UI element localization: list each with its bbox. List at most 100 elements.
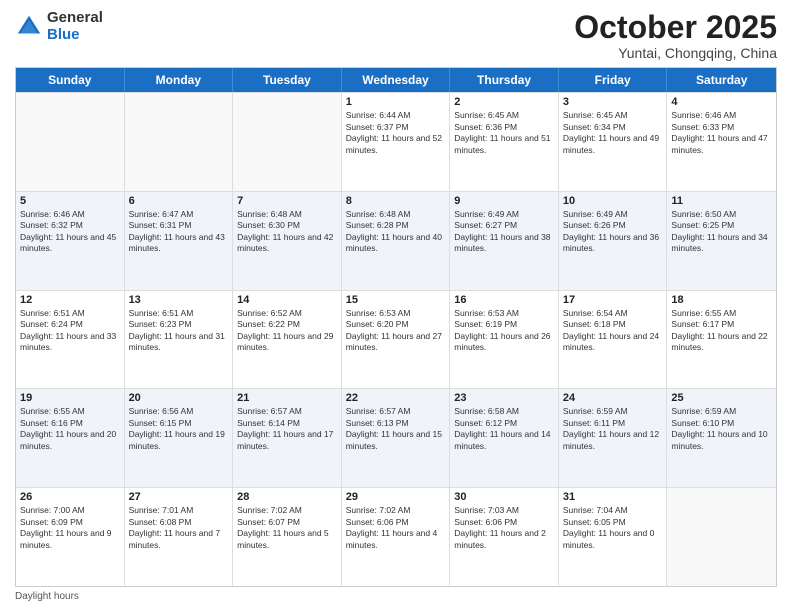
day-number: 20 — [129, 392, 229, 404]
calendar: SundayMondayTuesdayWednesdayThursdayFrid… — [15, 67, 777, 587]
day-info: Sunrise: 6:47 AM Sunset: 6:31 PM Dayligh… — [129, 209, 229, 255]
title-area: October 2025 Yuntai, Chongqing, China — [574, 10, 777, 61]
day-number: 28 — [237, 491, 337, 503]
calendar-cell: 7 Sunrise: 6:48 AM Sunset: 6:30 PM Daylig… — [233, 192, 342, 290]
day-info: Sunrise: 6:45 AM Sunset: 6:36 PM Dayligh… — [454, 110, 554, 156]
day-number: 22 — [346, 392, 446, 404]
calendar-cell: 12 Sunrise: 6:51 AM Sunset: 6:24 PM Dayli… — [16, 291, 125, 389]
day-number: 9 — [454, 195, 554, 207]
logo-blue-text: Blue — [47, 27, 103, 44]
calendar-cell: 29 Sunrise: 7:02 AM Sunset: 6:06 PM Dayli… — [342, 488, 451, 586]
calendar-cell: 24Sunrise: 6:59 AM Sunset: 6:11 PM Dayli… — [559, 389, 668, 487]
day-info: Sunrise: 6:48 AM Sunset: 6:30 PM Dayligh… — [237, 209, 337, 255]
day-info: Sunrise: 6:49 AM Sunset: 6:27 PM Dayligh… — [454, 209, 554, 255]
day-number: 4 — [671, 96, 772, 108]
calendar-cell: 22 Sunrise: 6:57 AM Sunset: 6:13 PM Dayli… — [342, 389, 451, 487]
day-number: 29 — [346, 491, 446, 503]
subtitle: Yuntai, Chongqing, China — [574, 45, 777, 61]
calendar-row-1: 1 Sunrise: 6:44 AM Sunset: 6:37 PM Daylig… — [16, 92, 776, 191]
calendar-row-3: 12 Sunrise: 6:51 AM Sunset: 6:24 PM Dayli… — [16, 290, 776, 389]
day-info: Sunrise: 6:54 AM Sunset: 6:18 PM Dayligh… — [563, 308, 663, 354]
month-title: October 2025 — [574, 10, 777, 45]
header-day-saturday: Saturday — [667, 68, 776, 92]
day-info: Sunrise: 6:56 AM Sunset: 6:15 PM Dayligh… — [129, 406, 229, 452]
calendar-cell: 13Sunrise: 6:51 AM Sunset: 6:23 PM Dayli… — [125, 291, 234, 389]
day-number: 8 — [346, 195, 446, 207]
calendar-cell: 9 Sunrise: 6:49 AM Sunset: 6:27 PM Daylig… — [450, 192, 559, 290]
day-info: Sunrise: 6:51 AM Sunset: 6:24 PM Dayligh… — [20, 308, 120, 354]
day-number: 6 — [129, 195, 229, 207]
calendar-cell: 2 Sunrise: 6:45 AM Sunset: 6:36 PM Daylig… — [450, 93, 559, 191]
header-day-sunday: Sunday — [16, 68, 125, 92]
day-info: Sunrise: 6:44 AM Sunset: 6:37 PM Dayligh… — [346, 110, 446, 156]
day-number: 23 — [454, 392, 554, 404]
day-number: 12 — [20, 294, 120, 306]
day-info: Sunrise: 7:00 AM Sunset: 6:09 PM Dayligh… — [20, 505, 120, 551]
calendar-cell: 15Sunrise: 6:53 AM Sunset: 6:20 PM Dayli… — [342, 291, 451, 389]
calendar-cell: 26 Sunrise: 7:00 AM Sunset: 6:09 PM Dayli… — [16, 488, 125, 586]
day-number: 18 — [671, 294, 772, 306]
day-info: Sunrise: 6:57 AM Sunset: 6:14 PM Dayligh… — [237, 406, 337, 452]
day-info: Sunrise: 6:52 AM Sunset: 6:22 PM Dayligh… — [237, 308, 337, 354]
footer: Daylight hours — [15, 591, 777, 602]
day-info: Sunrise: 7:02 AM Sunset: 6:07 PM Dayligh… — [237, 505, 337, 551]
calendar-cell — [125, 93, 234, 191]
day-number: 16 — [454, 294, 554, 306]
calendar-cell: 3 Sunrise: 6:45 AM Sunset: 6:34 PM Daylig… — [559, 93, 668, 191]
day-number: 31 — [563, 491, 663, 503]
calendar-cell: 27Sunrise: 7:01 AM Sunset: 6:08 PM Dayli… — [125, 488, 234, 586]
day-number: 14 — [237, 294, 337, 306]
calendar-row-5: 26 Sunrise: 7:00 AM Sunset: 6:09 PM Dayli… — [16, 487, 776, 586]
day-number: 7 — [237, 195, 337, 207]
day-number: 10 — [563, 195, 663, 207]
day-number: 30 — [454, 491, 554, 503]
footer-label: Daylight hours — [15, 591, 79, 602]
header-day-wednesday: Wednesday — [342, 68, 451, 92]
day-info: Sunrise: 7:02 AM Sunset: 6:06 PM Dayligh… — [346, 505, 446, 551]
calendar-cell — [233, 93, 342, 191]
calendar-row-4: 19Sunrise: 6:55 AM Sunset: 6:16 PM Dayli… — [16, 388, 776, 487]
calendar-cell: 10 Sunrise: 6:49 AM Sunset: 6:26 PM Dayli… — [559, 192, 668, 290]
calendar-cell: 31 Sunrise: 7:04 AM Sunset: 6:05 PM Dayli… — [559, 488, 668, 586]
day-number: 26 — [20, 491, 120, 503]
header-day-thursday: Thursday — [450, 68, 559, 92]
day-number: 3 — [563, 96, 663, 108]
day-number: 1 — [346, 96, 446, 108]
calendar-cell: 30Sunrise: 7:03 AM Sunset: 6:06 PM Dayli… — [450, 488, 559, 586]
day-number: 21 — [237, 392, 337, 404]
day-info: Sunrise: 6:46 AM Sunset: 6:32 PM Dayligh… — [20, 209, 120, 255]
header-day-friday: Friday — [559, 68, 668, 92]
calendar-cell: 28 Sunrise: 7:02 AM Sunset: 6:07 PM Dayli… — [233, 488, 342, 586]
day-info: Sunrise: 6:50 AM Sunset: 6:25 PM Dayligh… — [671, 209, 772, 255]
day-info: Sunrise: 6:49 AM Sunset: 6:26 PM Dayligh… — [563, 209, 663, 255]
day-number: 11 — [671, 195, 772, 207]
day-info: Sunrise: 6:59 AM Sunset: 6:11 PM Dayligh… — [563, 406, 663, 452]
calendar-cell: 18 Sunrise: 6:55 AM Sunset: 6:17 PM Dayli… — [667, 291, 776, 389]
calendar-cell: 19Sunrise: 6:55 AM Sunset: 6:16 PM Dayli… — [16, 389, 125, 487]
day-number: 13 — [129, 294, 229, 306]
calendar-cell: 8Sunrise: 6:48 AM Sunset: 6:28 PM Daylig… — [342, 192, 451, 290]
day-info: Sunrise: 6:46 AM Sunset: 6:33 PM Dayligh… — [671, 110, 772, 156]
calendar-cell: 20 Sunrise: 6:56 AM Sunset: 6:15 PM Dayli… — [125, 389, 234, 487]
logo-icon — [15, 13, 43, 41]
day-info: Sunrise: 6:55 AM Sunset: 6:16 PM Dayligh… — [20, 406, 120, 452]
day-info: Sunrise: 6:53 AM Sunset: 6:19 PM Dayligh… — [454, 308, 554, 354]
day-info: Sunrise: 7:04 AM Sunset: 6:05 PM Dayligh… — [563, 505, 663, 551]
day-info: Sunrise: 6:57 AM Sunset: 6:13 PM Dayligh… — [346, 406, 446, 452]
day-number: 25 — [671, 392, 772, 404]
logo: General Blue — [15, 10, 103, 43]
header-day-monday: Monday — [125, 68, 234, 92]
day-info: Sunrise: 6:59 AM Sunset: 6:10 PM Dayligh… — [671, 406, 772, 452]
day-info: Sunrise: 6:45 AM Sunset: 6:34 PM Dayligh… — [563, 110, 663, 156]
calendar-cell: 17 Sunrise: 6:54 AM Sunset: 6:18 PM Dayli… — [559, 291, 668, 389]
calendar-body: 1 Sunrise: 6:44 AM Sunset: 6:37 PM Daylig… — [16, 92, 776, 586]
day-number: 17 — [563, 294, 663, 306]
header-day-tuesday: Tuesday — [233, 68, 342, 92]
day-info: Sunrise: 6:55 AM Sunset: 6:17 PM Dayligh… — [671, 308, 772, 354]
calendar-cell — [667, 488, 776, 586]
day-number: 27 — [129, 491, 229, 503]
day-number: 15 — [346, 294, 446, 306]
calendar-cell: 5Sunrise: 6:46 AM Sunset: 6:32 PM Daylig… — [16, 192, 125, 290]
day-number: 2 — [454, 96, 554, 108]
calendar-cell: 11 Sunrise: 6:50 AM Sunset: 6:25 PM Dayli… — [667, 192, 776, 290]
